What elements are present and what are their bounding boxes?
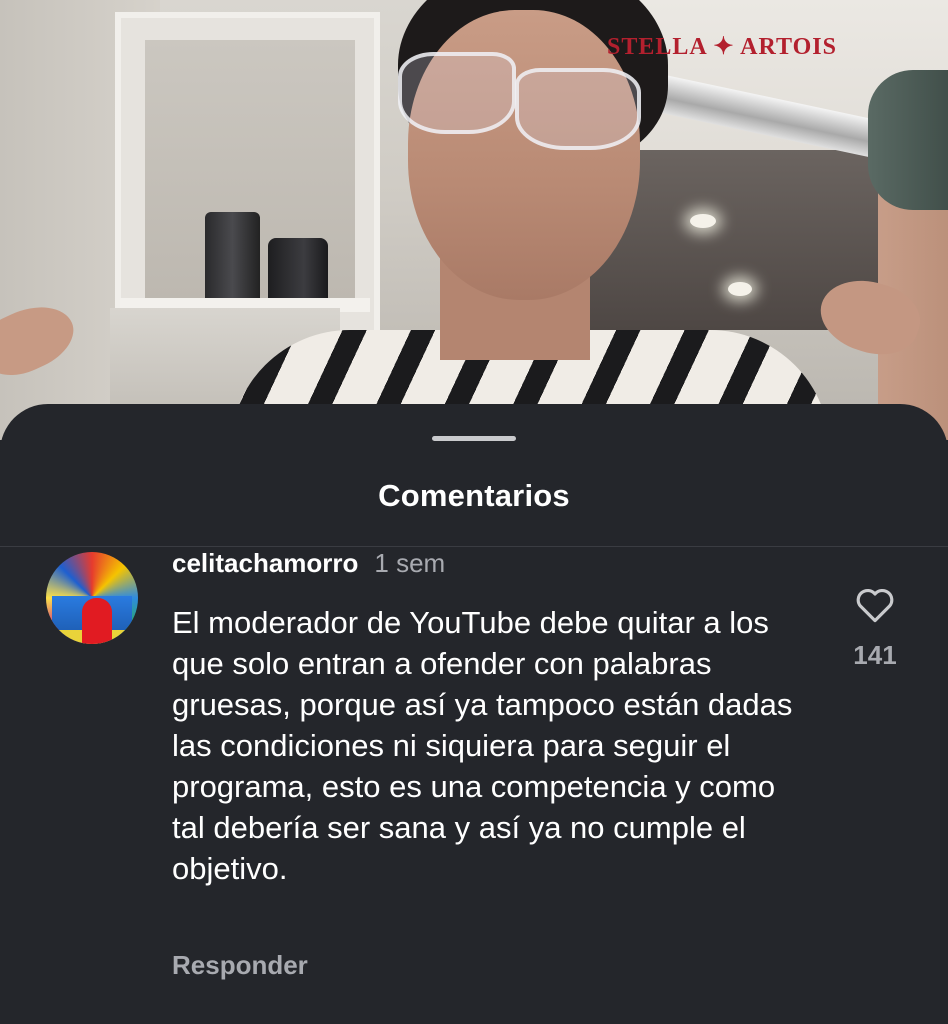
brand-logo: STELLA ✦ ARTOIS — [607, 34, 837, 60]
like-button[interactable]: 141 — [840, 584, 910, 671]
comments-sheet: Comentarios celitachamorro 1 sem El moder… — [0, 404, 948, 1024]
video-scene-glasses — [398, 52, 516, 134]
video-scene-blender — [205, 212, 260, 302]
like-count: 141 — [853, 640, 897, 670]
video-scene-light — [690, 214, 716, 228]
reply-button[interactable]: Responder — [172, 950, 308, 981]
app-screen: STELLA ✦ ARTOIS Comentarios celitachamor… — [0, 0, 948, 1024]
comment-username[interactable]: celitachamorro — [172, 548, 358, 578]
avatar[interactable] — [46, 552, 138, 644]
comment-header: celitachamorro 1 sem — [172, 548, 445, 579]
video-scene-glasses — [515, 68, 641, 150]
heart-outline-icon[interactable] — [854, 584, 896, 624]
sheet-title: Comentarios — [378, 478, 570, 513]
comment-text: El moderador de YouTube debe quitar a lo… — [172, 605, 793, 886]
video-player[interactable]: STELLA ✦ ARTOIS — [0, 0, 948, 440]
comment-timestamp: 1 sem — [374, 548, 446, 578]
video-scene-light — [728, 282, 752, 296]
avatar-image-detail — [82, 598, 112, 644]
video-scene-coffee-maker — [268, 238, 328, 300]
divider — [0, 546, 948, 547]
video-scene-sleeve — [868, 70, 948, 210]
drag-handle[interactable] — [432, 436, 516, 441]
